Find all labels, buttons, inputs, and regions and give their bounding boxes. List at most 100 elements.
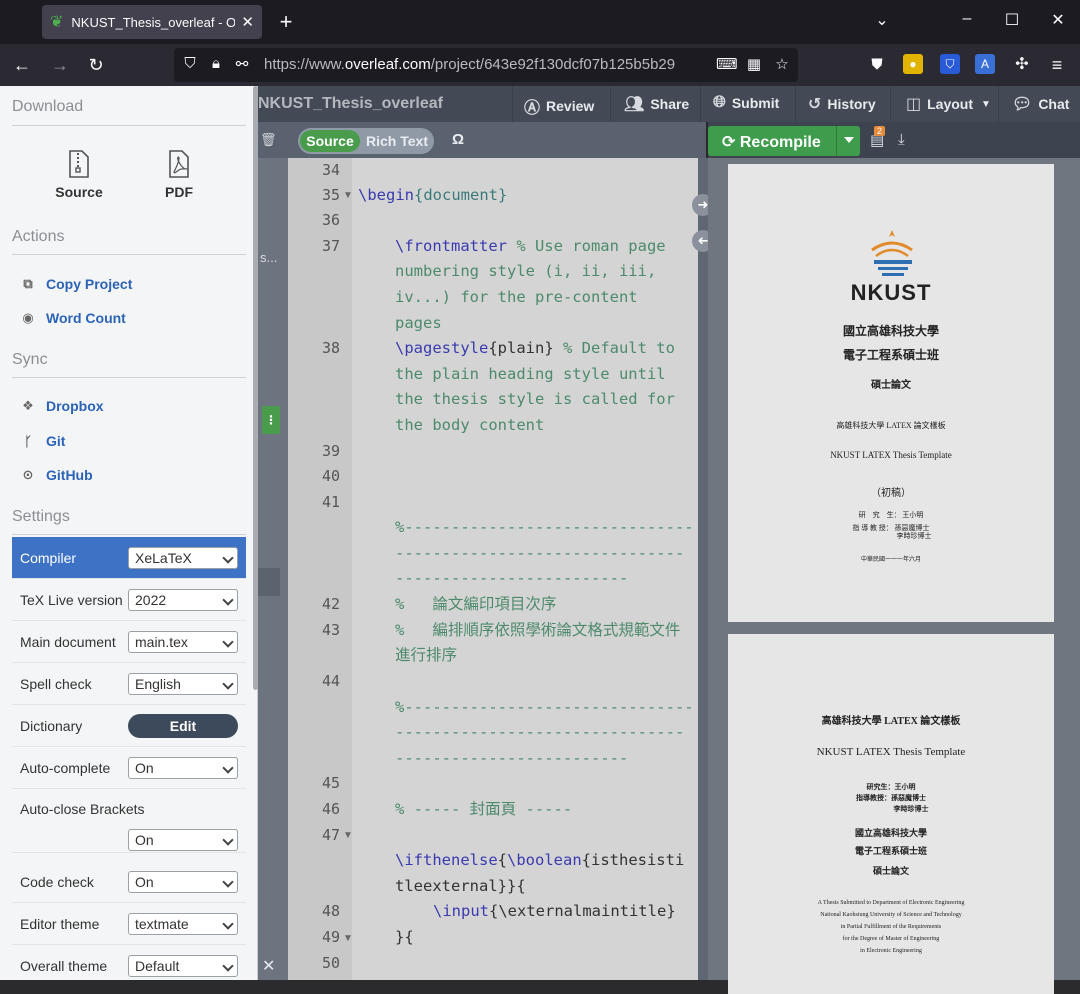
translate-icon[interactable]: ⌨ — [716, 55, 738, 73]
download-pdf-icon[interactable]: ⤓ — [898, 131, 905, 148]
download-source-button[interactable]: Source — [44, 150, 114, 200]
editor-theme-select[interactable]: textmate — [128, 913, 238, 935]
file-outline-toggle[interactable]: ⋮ — [262, 406, 280, 434]
code-check-value: On — [135, 874, 154, 890]
chat-label: Chat — [1038, 96, 1070, 112]
brace: { — [497, 851, 507, 869]
overall-theme-value: Default — [135, 958, 180, 974]
git-link[interactable]: ᚴ Git — [20, 433, 65, 449]
symbol-palette-button[interactable]: Ω — [452, 131, 464, 148]
latex-argument: {document} — [414, 186, 508, 204]
rich-text-mode-button[interactable]: Rich Text — [366, 130, 428, 152]
advisor-line: 指導教授：孫惡魔博士 — [856, 794, 926, 802]
overall-theme-select[interactable]: Default — [128, 955, 238, 977]
chat-button[interactable]: 💬︎ Chat — [1012, 94, 1069, 114]
editor-toolbar: 🗑︎ Source Rich Text Ω — [258, 122, 706, 158]
degree-type: 碩士論文 — [871, 380, 911, 391]
word-count-link[interactable]: ◉ Word Count — [20, 310, 126, 326]
maximize-icon[interactable]: ☐ — [1000, 10, 1024, 30]
close-icon[interactable]: ✕ — [262, 956, 275, 976]
browser-tab-bar: ❦ NKUST_Thesis_overleaf - Online LaTeX E… — [0, 0, 1080, 44]
layout-columns-icon: ◫ — [906, 96, 922, 113]
github-label: GitHub — [46, 467, 93, 483]
back-arrow-icon[interactable]: ← — [10, 54, 34, 76]
dictionary-edit-button[interactable]: Edit — [128, 714, 238, 738]
code-line-41: %------------------------------- — [395, 518, 694, 536]
auto-close-brackets-select[interactable]: On — [128, 829, 238, 851]
compiler-select[interactable]: XeLaTeX — [128, 547, 238, 569]
copy-project-label: Copy Project — [46, 276, 133, 292]
forward-arrow-icon[interactable]: → — [48, 54, 72, 76]
student-line: 研 究 生： 王小明 — [728, 510, 1054, 520]
github-link[interactable]: ⊙ GitHub — [20, 467, 93, 483]
file-tree-panel-handle[interactable] — [258, 568, 280, 596]
divider — [12, 125, 246, 126]
chat-bubble-icon: 💬︎ — [1012, 96, 1033, 113]
fold-arrow-icon[interactable]: ▼ — [343, 933, 353, 944]
permissions-icon[interactable]: ⚯ — [232, 55, 252, 73]
pdf-preview[interactable]: NKUST 國立高雄科技大學 電子工程系碩士班 碩士論文 高雄科技大學 LATE… — [708, 158, 1080, 994]
globe-icon: 🌐︎ — [713, 94, 726, 111]
code-check-select[interactable]: On — [128, 871, 238, 893]
url-text[interactable]: https://www.overleaf.com/project/643e92f… — [264, 56, 675, 73]
share-label: Share — [650, 96, 690, 112]
editor-mode-toggle[interactable]: Source Rich Text — [298, 128, 434, 154]
lock-icon[interactable]: 🔒︎ — [206, 55, 226, 72]
copy-project-link[interactable]: ⧉ Copy Project — [20, 276, 132, 292]
reload-icon[interactable]: ↻ — [84, 54, 108, 76]
new-tab-icon[interactable]: + — [274, 9, 298, 35]
tab-close-icon[interactable]: ✕ — [241, 13, 254, 31]
shield-icon[interactable]: ⛉ — [180, 55, 200, 72]
latex-command: \frontmatter — [395, 237, 507, 255]
student-label: 研 究 生： — [858, 511, 901, 519]
divider — [12, 377, 246, 378]
submit-label: Submit — [731, 95, 780, 111]
layout-button[interactable]: ◫ Layout ▼ — [906, 94, 991, 114]
fold-arrow-icon[interactable]: ▼ — [343, 830, 353, 841]
main-document-select[interactable]: main.tex — [128, 631, 238, 653]
extension-yellow-icon[interactable]: ● — [903, 54, 923, 74]
submit-button[interactable]: 🌐︎ Submit — [713, 94, 779, 112]
recompile-button[interactable]: ⟳ Recompile — [708, 126, 860, 156]
pocket-icon[interactable]: ⛊ — [865, 54, 889, 76]
dropbox-link[interactable]: ❖ Dropbox — [20, 398, 103, 414]
code-line-44-wrap: ------------------------------- — [395, 723, 685, 741]
fold-arrow-icon[interactable]: ▼ — [343, 190, 353, 201]
code-line-43: % 編排順序依照學術論文格式規範文件 — [395, 621, 681, 639]
pane-divider[interactable]: ➜ ➜ — [692, 158, 714, 980]
project-title[interactable]: NKUST_Thesis_overleaf — [258, 95, 443, 113]
url-bar[interactable]: ⛉ 🔒︎ ⚯ https://www.overleaf.com/project/… — [174, 48, 798, 82]
setting-row-main-document: Main document main.tex — [12, 621, 246, 663]
window-close-icon[interactable]: ✕ — [1046, 10, 1070, 30]
review-button[interactable]: Ⓐ Review — [524, 94, 594, 118]
extension-shield-icon[interactable]: ⛉ — [940, 54, 960, 74]
dropbox-icon: ❖ — [22, 398, 34, 413]
download-pdf-button[interactable]: PDF — [144, 150, 214, 200]
line-number: 49 — [321, 928, 340, 946]
tab-list-chevron-icon[interactable]: ⌄ — [870, 10, 894, 30]
file-tree-item[interactable]: s... — [260, 250, 277, 265]
spell-check-select[interactable]: English — [128, 673, 238, 695]
english-statement-1: A Thesis Submitted to Department of Elec… — [817, 900, 965, 906]
share-button[interactable]: 👥︎ Share — [624, 94, 689, 114]
recompile-dropdown-icon[interactable] — [836, 126, 860, 156]
trash-icon[interactable]: 🗑︎ — [260, 132, 277, 148]
line-number: 38 — [321, 339, 340, 357]
minimize-icon[interactable]: – — [955, 10, 979, 28]
code-line-46: % ----- 封面頁 ----- — [395, 800, 573, 818]
code-line-43-wrap: 進行排序 — [395, 646, 458, 664]
toolbar-separator — [512, 86, 513, 122]
line-number: 45 — [321, 774, 340, 792]
history-button[interactable]: ↺ History — [808, 94, 876, 114]
bookmark-star-icon[interactable]: ☆ — [772, 55, 792, 73]
auto-complete-select[interactable]: On — [128, 757, 238, 779]
qr-code-icon[interactable]: ▦ — [744, 55, 764, 73]
setting-row-texlive: TeX Live version 2022 — [12, 579, 246, 621]
texlive-select[interactable]: 2022 — [128, 589, 238, 611]
code-line-38-wrap: the thesis style is called for — [395, 390, 675, 408]
browser-tab[interactable]: ❦ NKUST_Thesis_overleaf - Online LaTeX E… — [42, 5, 262, 39]
menu-hamburger-icon[interactable]: ≡ — [1045, 54, 1069, 76]
extensions-puzzle-icon[interactable]: ✣ — [1010, 54, 1034, 76]
extension-translate-icon[interactable]: A — [975, 54, 995, 74]
source-mode-button[interactable]: Source — [300, 130, 360, 152]
